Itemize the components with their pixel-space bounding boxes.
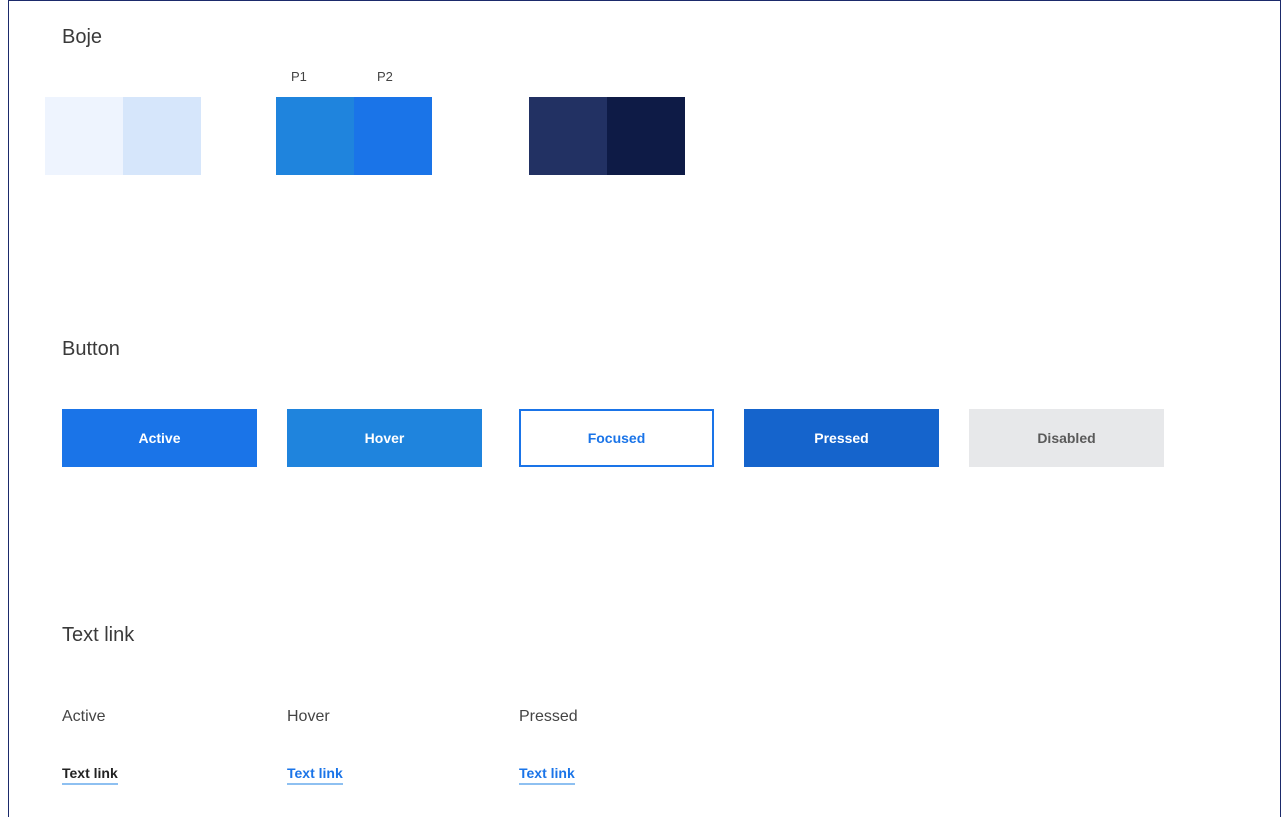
disabled-button[interactable]: Disabled [969,409,1164,467]
swatch-light-2 [123,97,201,175]
swatch-light-1 [45,97,123,175]
button-title: Button [62,338,120,360]
text-link-hover[interactable]: Text link [287,765,343,785]
text-link-title: Text link [62,624,135,646]
colors-title: Boje [62,26,103,48]
swatch-label-p2: P2 [377,69,393,84]
swatch-p2 [354,97,432,175]
active-button[interactable]: Active [62,409,257,467]
swatch-label-p1: P1 [291,69,307,84]
pressed-button[interactable]: Pressed [744,409,939,467]
state-label-active: Active [62,708,106,725]
swatch-dark-2 [607,97,685,175]
text-link-active[interactable]: Text link [62,765,118,785]
text-link-pressed[interactable]: Text link [519,765,575,785]
swatch-p1 [276,97,354,175]
state-label-hover: Hover [287,708,330,725]
focused-button[interactable]: Focused [519,409,714,467]
hover-button[interactable]: Hover [287,409,482,467]
swatch-dark-1 [529,97,607,175]
state-label-pressed: Pressed [519,708,578,725]
